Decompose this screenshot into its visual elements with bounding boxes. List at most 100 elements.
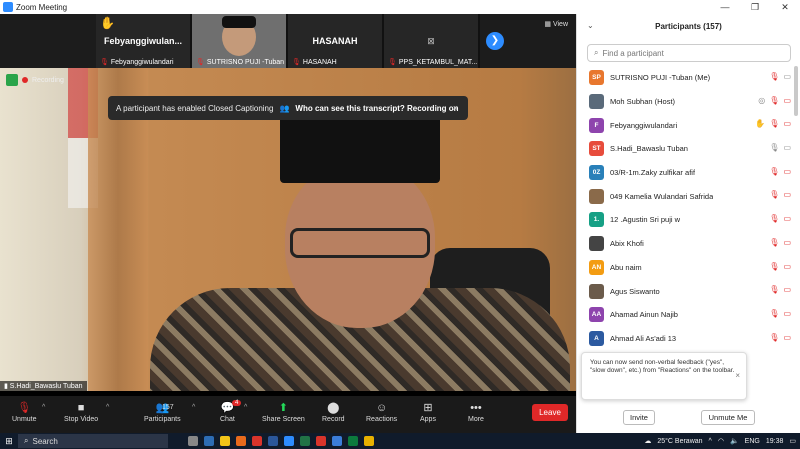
participant-row[interactable]: ST S.Hadi_Bawaslu Tuban 🎙 ▭ (577, 137, 791, 161)
transcript-info-link[interactable]: Who can see this transcript? Recording o… (295, 104, 458, 113)
app-icon[interactable] (348, 436, 358, 446)
video-icon: ▭ (783, 72, 791, 81)
thumbnail-tag: 🎙 SUTRISNO PUJI -Tuban (196, 58, 284, 66)
clock[interactable]: 19:38 (766, 438, 784, 445)
thumbnail-tag-label: Febyanggiwulandari (110, 59, 174, 66)
tip-close-button[interactable]: × (735, 371, 740, 381)
tray-chevron-icon[interactable]: ^ (709, 438, 712, 445)
reactions-button[interactable]: ☺ Reactions (366, 400, 397, 423)
participant-row[interactable]: Moh Subhan (Host) ◎ 🎙 ▭ (577, 90, 791, 114)
participant-name: SUTRISNO PUJI -Tuban (Me) (610, 73, 711, 83)
invite-button[interactable]: Invite (623, 410, 655, 425)
participant-row[interactable]: AA Ahamad Ainun Najib 🎙 ▭ (577, 303, 791, 327)
app-icon[interactable] (364, 436, 374, 446)
app-icon[interactable] (316, 436, 326, 446)
record-button[interactable]: ⬤ Record (322, 400, 345, 423)
participant-row[interactable]: AN Abu naim 🎙 ▭ (577, 256, 791, 280)
participant-row[interactable]: Abix Khofi 🎙 ▭ (577, 232, 791, 256)
thumbnail-tag-label: PPS_KETAMBUL_MAT... (398, 59, 478, 66)
zoom-taskbar-icon[interactable] (284, 436, 294, 446)
thumbnail-tile[interactable]: ⊠ 🎙 PPS_KETAMBUL_MAT... (384, 14, 480, 68)
share-screen-icon: ⬆ (278, 402, 289, 414)
participant-row[interactable]: Agus Siswanto 🎙 ▭ (577, 279, 791, 303)
participants-button[interactable]: 👥 157 Participants ^ (144, 400, 195, 423)
participant-name: Abix Khofi (610, 239, 644, 249)
leave-button[interactable]: Leave (532, 404, 568, 421)
thumbnail-tile[interactable]: 🎙 SUTRISNO PUJI -Tuban (192, 14, 288, 68)
app-icon[interactable] (332, 436, 342, 446)
apps-button[interactable]: ⊞ Apps (420, 400, 436, 423)
participant-name: Ahamad Ainun Najib (610, 310, 678, 320)
record-label: Record (322, 416, 345, 423)
notifications-icon[interactable]: ▭ (789, 437, 796, 445)
participant-name: 03/R-1m.Zaky zulfikar afif (610, 168, 696, 178)
file-explorer-icon[interactable] (220, 436, 230, 446)
recording-indicator: Recording (6, 74, 64, 86)
video-options-caret-icon[interactable]: ^ (106, 404, 109, 411)
unmute-me-button[interactable]: Unmute Me (701, 410, 755, 425)
avatar: A (589, 330, 604, 346)
volume-icon[interactable]: 🔈 (730, 437, 739, 445)
windows-taskbar: ⊞ ⌕ Search ☁ 25°C Berawan ^ ◠ 🔈 ENG 19:3… (0, 433, 800, 449)
mic-muted-icon: 🎙 (769, 237, 780, 247)
thumbnail-tile[interactable]: ✋ Febyanggiwulan... 🎙 Febyanggiwulandari (96, 14, 192, 68)
list-scrollbar[interactable] (794, 66, 798, 116)
minimize-button[interactable]: — (710, 0, 740, 14)
tip-text: You can now send non-verbal feedback ("y… (590, 359, 735, 375)
apps-label: Apps (420, 416, 436, 423)
participant-row[interactable]: F Febyanggiwulandari ✋ 🎙 ▭ (577, 113, 791, 137)
search-icon: ⌕ (24, 436, 29, 445)
video-stage: ✋ Febyanggiwulan... 🎙 Febyanggiwulandari … (0, 14, 576, 433)
taskbar-search-label: Search (32, 436, 58, 446)
next-page-button[interactable]: ❯ (486, 32, 504, 50)
participant-row[interactable]: A Ahmad Ali As'adi 13 🎙 ▭ (577, 327, 791, 351)
participant-row[interactable]: SP SUTRISNO PUJI -Tuban (Me) 🎙 ▭ (577, 66, 791, 90)
app-icon[interactable] (252, 436, 262, 446)
mic-muted-icon: 🎙 (769, 119, 780, 129)
participant-name: Abu naim (610, 262, 642, 272)
reactions-label: Reactions (366, 416, 398, 423)
task-view-icon[interactable] (188, 436, 198, 446)
stop-video-button[interactable]: ■ Stop Video ^ (64, 400, 109, 423)
avatar: AA (589, 307, 604, 323)
unmute-button[interactable]: 🎙 Unmute ^ (12, 400, 45, 423)
chat-caret-icon[interactable]: ^ (244, 404, 247, 411)
participant-status-icons: 🎙 ▭ (769, 214, 791, 223)
maximize-button[interactable]: ❐ (740, 0, 770, 14)
participant-row[interactable]: 0Z 03/R-1m.Zaky zulfikar afif 🎙 ▭ (577, 161, 791, 185)
mic-muted-icon: 🎙 (100, 59, 109, 66)
thumbnail-tag: 🎙 HASANAH (292, 58, 337, 66)
weather-label[interactable]: 25°C Berawan (657, 438, 702, 445)
participant-name: 049 Kamelia Wulandari Safrida (610, 191, 714, 201)
firefox-icon[interactable] (236, 436, 246, 446)
mic-muted-icon: 🎙 (769, 285, 780, 295)
windows-start-icon[interactable]: ⊞ (0, 436, 18, 447)
mic-muted-icon: 🎙 (769, 95, 780, 105)
mic-muted-icon: 🎙 (388, 59, 397, 66)
participant-search[interactable]: ⌕ (587, 44, 791, 62)
speaker-glasses (290, 228, 430, 258)
taskbar-search[interactable]: ⌕ Search (18, 434, 168, 448)
banner-close-button[interactable]: × (453, 103, 458, 113)
close-button[interactable]: ✕ (770, 0, 800, 14)
chat-button[interactable]: 💬 4 Chat ^ (220, 400, 247, 423)
audio-options-caret-icon[interactable]: ^ (42, 404, 45, 411)
participant-status-icons: ✋ 🎙 ▭ (755, 119, 791, 128)
view-button[interactable]: ▦ View (544, 20, 568, 28)
security-shield-icon[interactable] (6, 74, 18, 86)
language-indicator[interactable]: ENG (745, 438, 760, 445)
participant-row[interactable]: 049 Kamelia Wulandari Safrida 🎙 ▭ (577, 184, 791, 208)
avatar: 1. (589, 212, 604, 228)
wifi-icon[interactable]: ◠ (718, 437, 724, 445)
excel-icon[interactable] (300, 436, 310, 446)
participant-row[interactable]: 1. 12 .Agustin Sri puji w 🎙 ▭ (577, 208, 791, 232)
word-icon[interactable] (268, 436, 278, 446)
participants-caret-icon[interactable]: ^ (192, 404, 195, 411)
thumbnail-tile[interactable]: HASANAH 🎙 HASANAH (288, 14, 384, 68)
more-button[interactable]: ••• More (468, 400, 484, 423)
unmute-label: Unmute (12, 416, 37, 423)
participant-status-icons: 🎙 ▭ (769, 143, 791, 152)
app-icon[interactable] (204, 436, 214, 446)
share-screen-button[interactable]: ⬆ Share Screen (262, 400, 305, 423)
participant-search-input[interactable] (602, 48, 773, 58)
